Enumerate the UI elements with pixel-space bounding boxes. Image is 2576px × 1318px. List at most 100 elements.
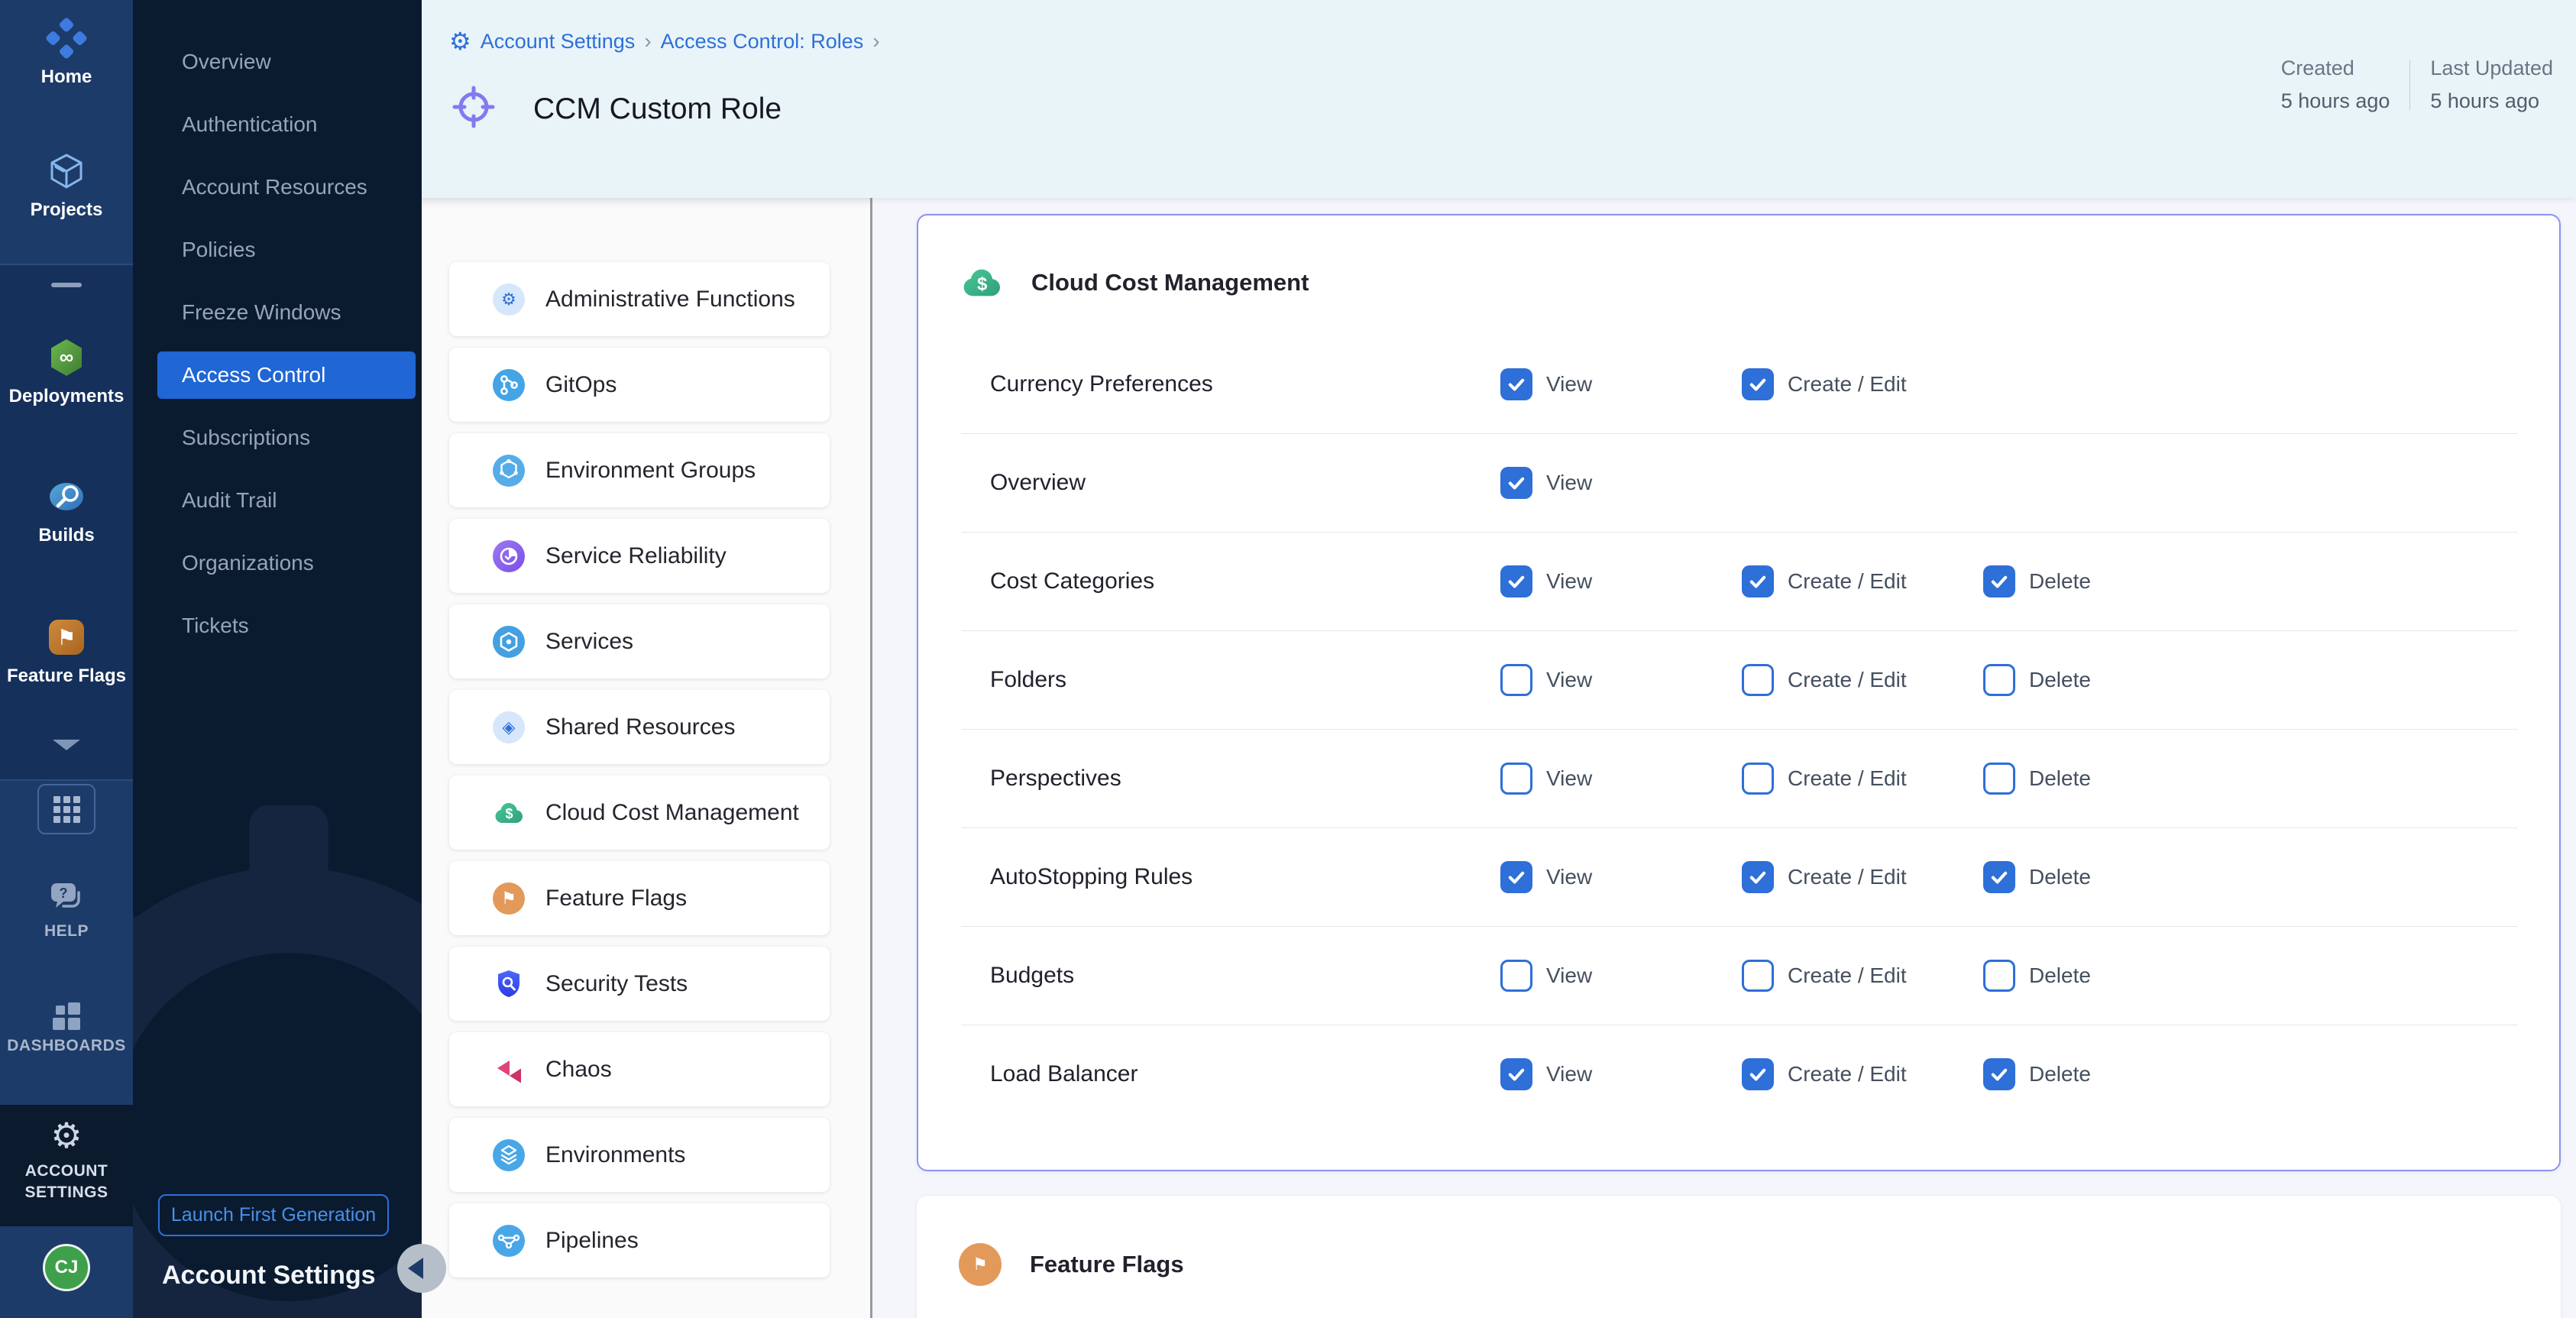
sidebar-item-authentication[interactable]: Authentication (133, 93, 422, 156)
permission-checkbox-label: Create / Edit (1788, 766, 1907, 791)
create-edit-checkbox[interactable] (1742, 861, 1774, 893)
permission-cell: Create / Edit (1742, 960, 1983, 992)
permission-checkbox-label: View (1546, 766, 1592, 791)
resource-card-gitops[interactable]: GitOps (449, 348, 830, 422)
permission-row-load-balancer: Load BalancerViewCreate / EditDelete (961, 1025, 2517, 1123)
permission-cell: View (1500, 861, 1742, 893)
create-edit-checkbox[interactable] (1742, 664, 1774, 696)
resource-card-environments[interactable]: Environments (449, 1118, 830, 1192)
create-edit-checkbox[interactable] (1742, 1058, 1774, 1090)
permission-cell: View (1500, 960, 1742, 992)
permission-cell: View (1500, 368, 1742, 400)
sidebar-collapse-handle[interactable] (397, 1244, 446, 1293)
launch-first-generation-button[interactable]: Launch First Generation (158, 1194, 389, 1236)
resource-category-panel: ⚙Administrative Functions GitOps Environme… (422, 198, 870, 1318)
delete-checkbox[interactable] (1983, 861, 2015, 893)
rail-item-profile[interactable]: CJ (0, 1244, 133, 1291)
resource-card-service-reliability[interactable]: Service Reliability (449, 519, 830, 593)
delete-checkbox[interactable] (1983, 960, 2015, 992)
rail-item-builds[interactable]: Builds (0, 475, 133, 546)
resource-card-environment-groups[interactable]: Environment Groups (449, 433, 830, 507)
resource-card-cloud-cost-management[interactable]: $Cloud Cost Management (449, 776, 830, 850)
delete-checkbox[interactable] (1983, 763, 2015, 795)
delete-checkbox[interactable] (1983, 1058, 2015, 1090)
breadcrumb-access-control-roles[interactable]: Access Control: Roles (661, 30, 864, 53)
create-edit-checkbox[interactable] (1742, 368, 1774, 400)
sidebar-item-overview[interactable]: Overview (133, 31, 422, 93)
rail-item-home[interactable]: Home (0, 17, 133, 88)
resource-card-label: Pipelines (545, 1228, 639, 1254)
resource-card-services[interactable]: Services (449, 604, 830, 678)
resource-card-pipelines[interactable]: Pipelines (449, 1203, 830, 1278)
resource-card-security-tests[interactable]: Security Tests (449, 947, 830, 1021)
user-avatar[interactable]: CJ (43, 1244, 90, 1291)
permission-checkbox-label: Create / Edit (1788, 668, 1907, 692)
module-picker-button[interactable] (37, 784, 95, 834)
permission-row-label: AutoStopping Rules (990, 864, 1500, 890)
delete-checkbox[interactable] (1983, 565, 2015, 597)
resource-card-administrative-functions[interactable]: ⚙Administrative Functions (449, 262, 830, 336)
rail-item-help[interactable]: ? HELP (0, 879, 133, 941)
sidebar-item-policies[interactable]: Policies (133, 219, 422, 281)
permission-checkbox-label: Create / Edit (1788, 1062, 1907, 1086)
view-checkbox[interactable] (1500, 565, 1532, 597)
cloud-cost-management-icon: $ (960, 261, 1003, 304)
view-checkbox[interactable] (1500, 467, 1532, 499)
help-chat-icon: ? (47, 879, 86, 915)
create-edit-checkbox[interactable] (1742, 960, 1774, 992)
breadcrumb-separator: › (872, 29, 879, 53)
rail-item-projects[interactable]: Projects (0, 150, 133, 221)
sidebar-item-audit-trail[interactable]: Audit Trail (133, 469, 422, 532)
breadcrumb: ⚙ Account Settings › Access Control: Rol… (449, 29, 880, 53)
resource-card-label: Service Reliability (545, 543, 727, 569)
rail-item-dashboards[interactable]: DASHBOARDS (0, 1002, 133, 1055)
deployments-icon: ∞ (45, 336, 88, 379)
chevron-down-icon[interactable] (53, 740, 80, 750)
permission-row-label: Budgets (990, 963, 1500, 989)
permissions-area: $ Cloud Cost Management Currency Prefere… (872, 198, 2576, 1318)
permission-row-label: Folders (990, 667, 1500, 693)
role-crosshair-icon (449, 83, 498, 135)
resource-card-feature-flags[interactable]: ⚑Feature Flags (449, 861, 830, 935)
view-checkbox[interactable] (1500, 960, 1532, 992)
sidebar-item-freeze-windows[interactable]: Freeze Windows (133, 281, 422, 344)
permission-cell: View (1500, 763, 1742, 795)
resource-card-label: Environment Groups (545, 458, 756, 484)
create-edit-checkbox[interactable] (1742, 565, 1774, 597)
permission-checkbox-label: Delete (2029, 766, 2091, 791)
permission-row-perspectives: PerspectivesViewCreate / EditDelete (961, 729, 2517, 827)
permission-checkbox-label: View (1546, 372, 1592, 397)
section-title: Feature Flags (1030, 1251, 1184, 1278)
rail-divider (0, 779, 133, 781)
view-checkbox[interactable] (1500, 763, 1532, 795)
delete-checkbox[interactable] (1983, 664, 2015, 696)
app-window: Home Projects ∞ De (0, 0, 2576, 1318)
settings-gear-icon: ⚙ (449, 29, 471, 53)
view-checkbox[interactable] (1500, 861, 1532, 893)
view-checkbox[interactable] (1500, 368, 1532, 400)
rail-item-account-settings[interactable]: ⚙ ACCOUNT SETTINGS (0, 1117, 133, 1203)
view-checkbox[interactable] (1500, 1058, 1532, 1090)
sidebar-item-account-resources[interactable]: Account Resources (133, 156, 422, 219)
rail-item-feature-flags[interactable]: ⚑ Feature Flags (0, 616, 133, 687)
chaos-icon (493, 1054, 525, 1086)
breadcrumb-account-settings[interactable]: Account Settings (481, 30, 636, 53)
sidebar-item-tickets[interactable]: Tickets (133, 594, 422, 657)
security-icon (493, 968, 525, 1000)
permission-checkbox-label: View (1546, 569, 1592, 594)
sidebar-item-organizations[interactable]: Organizations (133, 532, 422, 594)
permission-checkbox-label: View (1546, 1062, 1592, 1086)
resource-card-chaos[interactable]: Chaos (449, 1032, 830, 1106)
sidebar-item-subscriptions[interactable]: Subscriptions (133, 406, 422, 469)
rail-item-deployments[interactable]: ∞ Deployments (0, 336, 133, 407)
sidebar-item-access-control[interactable]: Access Control (157, 351, 416, 399)
create-edit-checkbox[interactable] (1742, 763, 1774, 795)
page-header: ⚙ Account Settings › Access Control: Rol… (422, 0, 2576, 198)
view-checkbox[interactable] (1500, 664, 1532, 696)
resource-card-shared-resources[interactable]: ◈Shared Resources (449, 690, 830, 764)
permission-checkbox-label: Create / Edit (1788, 865, 1907, 889)
permission-cell: Create / Edit (1742, 565, 1983, 597)
resource-card-label: Cloud Cost Management (545, 800, 799, 826)
svg-text:$: $ (977, 274, 988, 294)
permission-cell: Delete (1983, 1058, 2225, 1090)
